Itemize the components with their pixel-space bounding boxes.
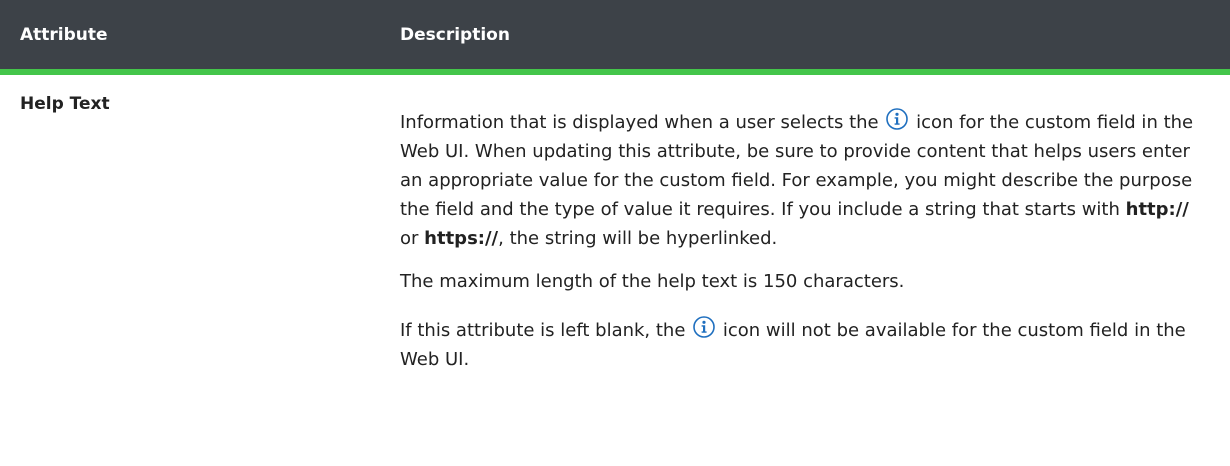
description-paragraph: Information that is displayed when a use… (400, 108, 1200, 253)
text-span: Information that is displayed when a use… (400, 112, 879, 133)
table-header: Attribute Description (0, 0, 1230, 75)
bold-text: https:// (424, 228, 499, 249)
description-paragraph: If this attribute is left blank, the ico… (400, 316, 1200, 374)
table-row: Help Text Information that is displayed … (0, 75, 1230, 390)
bold-text: http:// (1125, 199, 1189, 220)
attribute-column-header: Attribute (20, 24, 108, 45)
text-span: If this attribute is left blank, the (400, 320, 686, 341)
info-icon (886, 108, 909, 130)
attribute-table: Attribute Description Help Text Informat… (0, 0, 1230, 390)
text-span: or (400, 228, 419, 249)
info-icon (693, 316, 715, 338)
description-column-header: Description (400, 24, 510, 45)
attribute-name: Help Text (20, 94, 110, 114)
text-span: , the string will be hyperlinked. (498, 228, 778, 249)
attribute-description: Information that is displayed when a use… (400, 94, 1200, 390)
description-paragraph: The maximum length of the help text is 1… (400, 271, 905, 292)
